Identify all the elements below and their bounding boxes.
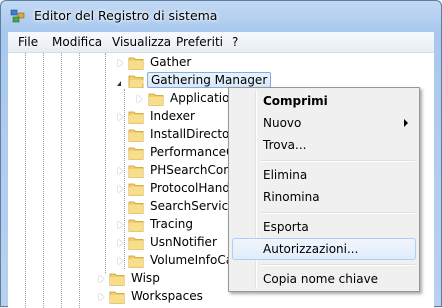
tree-label-selected: Gathering Manager: [147, 72, 272, 88]
menu-bar: File Modifica Visualizza Preferiti ?: [8, 32, 434, 53]
menu-help[interactable]: ?: [232, 35, 238, 49]
folder-icon: [128, 219, 144, 232]
tree-label: Tracing: [150, 217, 194, 231]
menu-file[interactable]: File: [18, 35, 38, 49]
menu-preferiti[interactable]: Preferiti: [176, 35, 223, 49]
collapse-arrow-icon[interactable]: [117, 76, 121, 86]
expand-arrow-icon[interactable]: [137, 95, 142, 103]
title-bar[interactable]: Editor del Registro di sistema: [1, 1, 441, 31]
tree-label: Wisp: [131, 271, 160, 285]
folder-icon: [128, 201, 144, 214]
menu-item-label: Nuovo: [263, 116, 302, 130]
tree-label: Workspaces: [131, 289, 203, 303]
folder-icon: [128, 129, 144, 142]
folder-icon: [128, 255, 144, 268]
expand-arrow-icon[interactable]: [99, 275, 104, 283]
menu-item-label: Copia nome chiave: [263, 272, 379, 286]
tree-label: Indexer: [150, 109, 195, 123]
menu-item-copia-nome-chiave[interactable]: Copia nome chiave: [232, 268, 416, 290]
menu-item-label: Autorizzazioni...: [263, 242, 359, 256]
menu-separator: [260, 212, 415, 214]
folder-icon: [128, 165, 144, 178]
folder-icon: [128, 237, 144, 250]
menu-visualizza[interactable]: Visualizza: [112, 35, 171, 49]
folder-icon: [128, 111, 144, 124]
expand-arrow-icon[interactable]: [118, 239, 123, 247]
tree-label: Application: [170, 91, 238, 105]
menu-item-label: Esporta: [263, 220, 309, 234]
menu-item-label: Comprimi: [263, 94, 328, 108]
folder-icon: [148, 93, 164, 106]
tree-label: ProtocolHandl: [150, 181, 234, 195]
context-menu: Comprimi Nuovo Trova... Elimina Rinomina…: [228, 87, 420, 292]
registry-editor-icon: [10, 9, 25, 23]
menu-item-autorizzazioni[interactable]: Autorizzazioni...: [232, 238, 416, 260]
expand-arrow-icon[interactable]: [118, 257, 123, 265]
expand-arrow-icon[interactable]: [99, 293, 104, 301]
menu-item-trova[interactable]: Trova...: [232, 134, 416, 156]
window-title: Editor del Registro di sistema: [34, 8, 218, 23]
folder-icon: [128, 147, 144, 160]
tree-label: UsnNotifier: [150, 235, 217, 249]
folder-icon: [128, 57, 144, 70]
folder-icon: [109, 291, 125, 304]
menu-item-label: Rinomina: [263, 190, 320, 204]
menu-separator: [260, 160, 415, 162]
folder-icon: [128, 183, 144, 196]
tree-row[interactable]: Gather: [8, 54, 434, 72]
folder-icon: [109, 273, 125, 286]
submenu-arrow-icon: [404, 119, 408, 127]
menu-item-esporta[interactable]: Esporta: [232, 216, 416, 238]
menu-item-elimina[interactable]: Elimina: [232, 164, 416, 186]
expand-arrow-icon[interactable]: [118, 59, 123, 67]
tree-label: PerformanceC: [150, 145, 235, 159]
tree-label: Gather: [150, 55, 192, 69]
expand-arrow-icon[interactable]: [118, 167, 123, 175]
folder-open-icon: [128, 75, 144, 88]
tree-label: VolumeInfoCa: [150, 253, 234, 267]
menu-item-label: Elimina: [263, 168, 308, 182]
menu-separator: [260, 264, 415, 266]
menu-item-label: Trova...: [263, 138, 307, 152]
menu-item-comprimi[interactable]: Comprimi: [232, 90, 416, 112]
expand-arrow-icon[interactable]: [118, 185, 123, 193]
menu-item-rinomina[interactable]: Rinomina: [232, 186, 416, 208]
expand-arrow-icon[interactable]: [118, 221, 123, 229]
menu-modifica[interactable]: Modifica: [52, 35, 102, 49]
menu-item-nuovo[interactable]: Nuovo: [232, 112, 416, 134]
tree-label: SearchService: [150, 199, 236, 213]
expand-arrow-icon[interactable]: [118, 113, 123, 121]
tree-label: PHSearchConn: [150, 163, 239, 177]
